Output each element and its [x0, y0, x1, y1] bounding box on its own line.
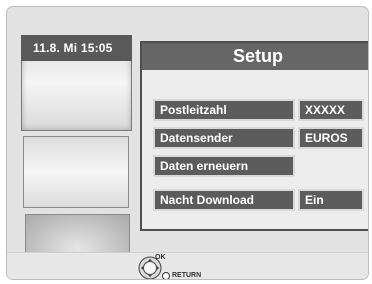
- nacht-download-value[interactable]: Ein: [298, 189, 364, 211]
- postleitzahl-label[interactable]: Postleitzahl: [153, 99, 295, 121]
- date-time-display: 11.8. Mi 15:05: [33, 41, 113, 55]
- setup-title: Setup: [142, 43, 368, 70]
- datensender-value[interactable]: EUROS: [298, 127, 364, 149]
- nacht-download-label[interactable]: Nacht Download: [153, 189, 295, 211]
- return-icon: [162, 272, 170, 279]
- setup-row-nacht-download[interactable]: Nacht Download Ein: [153, 189, 364, 211]
- postleitzahl-value[interactable]: XXXXX: [298, 99, 364, 121]
- setup-row-postleitzahl[interactable]: Postleitzahl XXXXX: [153, 99, 364, 121]
- setup-row-datensender[interactable]: Datensender EUROS: [153, 127, 364, 149]
- tv-screen: 11.8. Mi 15:05 Setup Postleitzahl XXXXX …: [6, 6, 369, 280]
- setup-row-daten-erneuern[interactable]: Daten erneuern: [153, 155, 295, 177]
- ok-hint-label: OK: [155, 254, 166, 261]
- daten-erneuern-button[interactable]: Daten erneuern: [153, 155, 295, 177]
- video-preview-middle: [23, 136, 129, 208]
- datensender-label[interactable]: Datensender: [153, 127, 295, 149]
- return-hint-label: RETURN: [172, 272, 202, 279]
